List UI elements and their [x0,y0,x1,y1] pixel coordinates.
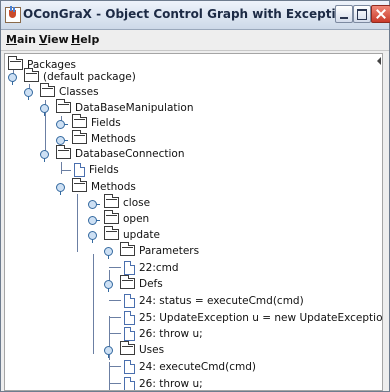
tree-connector [77,194,78,252]
tree-node-methods[interactable]: Methods [72,178,136,195]
tree-connector [61,170,71,171]
tree-node-fields[interactable]: Fields [74,161,119,178]
menu-main[interactable]: Main [6,33,36,46]
tree-node-fields[interactable]: Fields [72,114,121,131]
collapse-handle-icon[interactable] [40,104,50,116]
document-icon [124,310,135,325]
tree-connector [109,366,121,367]
folder-icon [104,226,119,240]
tree-connector [109,317,121,318]
folder-icon [120,341,135,355]
tree-connector [61,162,62,174]
collapse-handle-icon[interactable] [40,150,50,162]
collapse-handle-icon[interactable] [8,73,18,85]
tree-node-param-cmd[interactable]: 22:cmd [124,259,179,276]
tree-node-parameters[interactable]: Parameters [120,242,199,259]
folder-icon [56,145,71,159]
folder-icon [120,275,135,289]
folder-icon [24,68,39,82]
title-bar[interactable]: OConGraX - Object Control Graph with Exc… [1,1,390,30]
scroll-left-icon[interactable] [376,54,382,66]
document-icon [124,359,135,374]
collapse-handle-icon[interactable] [56,183,66,195]
folder-icon [72,114,87,128]
document-icon [124,260,135,275]
folder-icon [104,210,119,224]
expand-handle-icon[interactable] [56,119,68,129]
tree-connector [93,254,94,354]
window-title: OConGraX - Object Control Graph with Exc… [23,7,360,21]
folder-icon [8,56,23,70]
document-icon [74,162,85,177]
maximize-button[interactable] [353,5,371,23]
tree-node-def[interactable]: 24: status = executeCmd(cmd) [124,292,304,309]
java-cup-icon [5,6,21,23]
collapse-handle-icon[interactable] [104,280,114,292]
menu-bar: Main View Help [1,30,389,51]
tree-connector [109,267,121,268]
tree-node-def[interactable]: 26: throw u; [124,325,203,342]
expand-handle-icon[interactable] [88,199,100,209]
tree-node-classes[interactable]: Classes [40,83,99,100]
folder-icon [72,178,87,192]
document-icon [124,293,135,308]
class-tree[interactable]: Packages (default package) Classes DataB… [4,53,383,391]
document-icon [124,326,135,341]
expand-handle-icon[interactable] [56,135,68,145]
menu-view[interactable]: View [39,33,69,46]
tree-node-class-databaseconnection[interactable]: DatabaseConnection [56,145,185,162]
tree-node-use[interactable]: 24: executeCmd(cmd) [124,358,256,375]
tree-node-method-open[interactable]: open [104,210,149,227]
document-icon [124,376,135,390]
tree-node-method-update[interactable]: update [104,226,160,243]
app-window: OConGraX - Object Control Graph with Exc… [0,0,390,392]
tree-node-defs[interactable]: Defs [120,275,163,292]
expand-handle-icon[interactable] [88,215,100,225]
minimize-button[interactable] [335,5,353,23]
folder-icon [120,242,135,256]
folder-icon [56,99,71,113]
collapse-handle-icon[interactable] [24,88,34,100]
tree-node-use[interactable]: 26: throw u; [124,375,203,390]
folder-icon [40,83,55,97]
folder-icon [72,130,87,144]
tree-node-method-close[interactable]: close [104,194,150,211]
tree-node-uses[interactable]: Uses [120,341,164,358]
collapse-handle-icon[interactable] [88,231,98,243]
tree-connector [109,383,121,384]
tree-connector [109,300,121,301]
close-button[interactable] [371,5,390,23]
folder-icon [104,194,119,208]
collapse-handle-icon[interactable] [104,247,114,259]
tree-connector [109,333,121,334]
tree-node-def[interactable]: 25: UpdateException u = new UpdateExcept… [124,309,382,326]
menu-help[interactable]: Help [71,33,99,46]
collapse-handle-icon[interactable] [104,346,114,358]
